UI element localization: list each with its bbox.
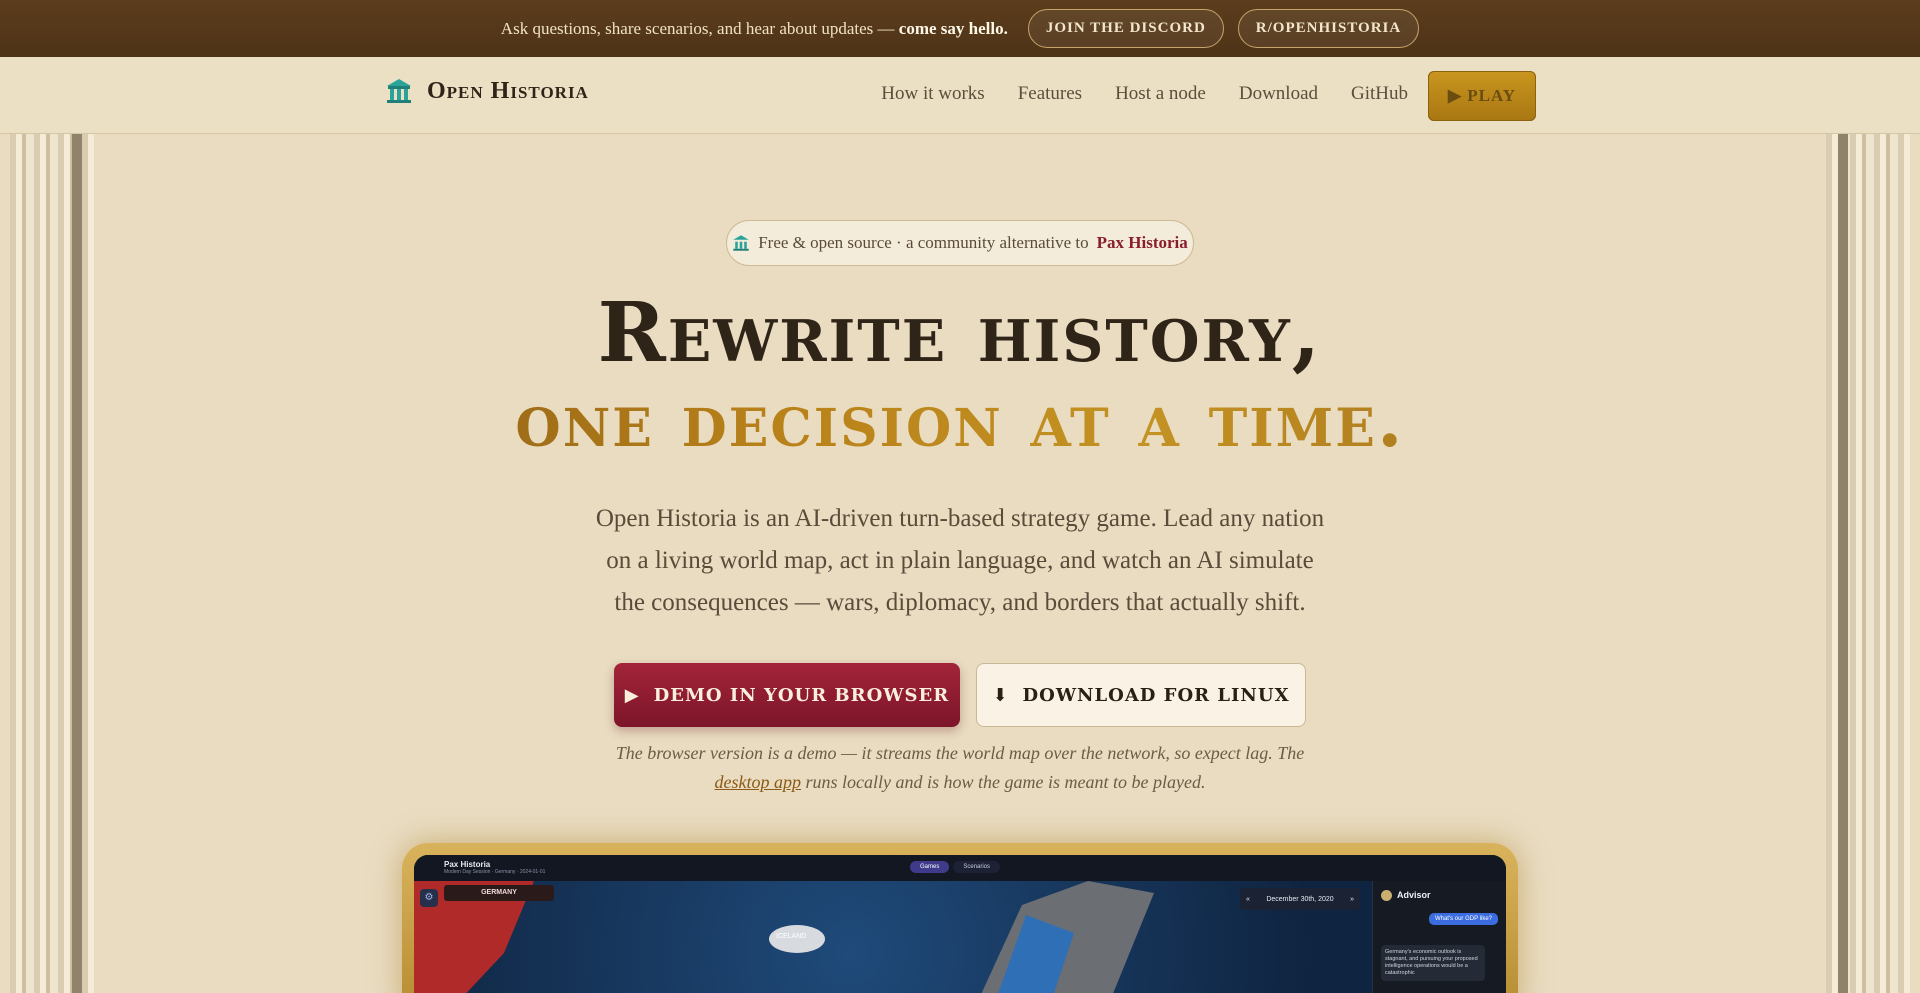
preview-tab-scenarios: Scenarios [953,861,1001,873]
preview-tab-games: Games [910,861,950,873]
preview-country-tag: GERMANY [444,885,554,901]
demo-note: The browser version is a demo — it strea… [590,739,1330,797]
preview-app-title: Pax Historia [444,860,491,869]
temple-icon [733,235,749,251]
brand-logo-link[interactable]: Open Historia [385,77,589,105]
note-text-end: runs locally and is how the game is mean… [805,772,1206,792]
main-nav: Open Historia How it works Features Host… [0,57,1920,134]
note-text-start: The browser version is a demo — it strea… [615,743,1305,763]
play-icon: ▶ [624,684,640,706]
advisor-question: What's our GDP like? [1428,913,1498,925]
preview-date-control: « December 30th, 2020 » [1240,888,1360,910]
nav-link-github[interactable]: GitHub [1351,83,1408,105]
download-linux-button[interactable]: ⬇ DOWNLOAD FOR LINUX [976,663,1306,727]
preview-tabs: Games Scenarios [910,861,1001,873]
compass-icon [1381,890,1392,901]
hero-description: Open Historia is an AI-driven turn-based… [595,505,1325,616]
nav-links: How it works Features Host a node Downlo… [881,83,1408,105]
open-source-badge: Free & open source · a community alterna… [726,220,1194,266]
pax-historia-link[interactable]: Pax Historia [1097,233,1188,253]
chevron-right-icon: » [1350,895,1354,903]
nav-link-download[interactable]: Download [1239,83,1318,105]
hero-title-line-1: Rewrite history, [597,285,1323,381]
gear-icon: ⚙ [420,889,438,907]
preview-app-subtitle: Modern Day Session · Germany · 2024-01-0… [444,869,546,875]
announcement-message: Ask questions, share scenarios, and hear… [501,19,1008,39]
demo-in-browser-button[interactable]: ▶ DEMO IN YOUR BROWSER [614,663,960,727]
announcement-emphasis: come say hello. [898,18,1008,38]
hero-title-line-2: one decision at a time. [0,378,1920,464]
map-label-iceland: ICELAND [776,933,807,940]
discord-button[interactable]: JOIN THE DISCORD [1027,9,1224,48]
chevron-left-icon: « [1246,895,1250,903]
nav-link-features[interactable]: Features [1018,83,1082,105]
preview-date: December 30th, 2020 [1266,895,1334,903]
play-button[interactable]: ▶ PLAY [1428,71,1536,121]
nav-link-how-it-works[interactable]: How it works [881,83,984,105]
brand-name: Open Historia [427,77,589,104]
advisor-title: Advisor [1397,890,1431,900]
badge-text: Free & open source · a community alterna… [758,233,1089,252]
game-preview-frame: ICELAND Pax Historia Modern Day Session … [402,843,1518,993]
reddit-button[interactable]: R/OPENHISTORIA [1237,9,1420,48]
demo-button-label: DEMO IN YOUR BROWSER [653,684,950,706]
linux-button-label: DOWNLOAD FOR LINUX [1022,684,1290,706]
nav-link-host-a-node[interactable]: Host a node [1115,83,1206,105]
announcement-text: Ask questions, share scenarios, and hear… [500,18,895,38]
announcement-bar: Ask questions, share scenarios, and hear… [0,0,1920,57]
game-preview-screen: ICELAND Pax Historia Modern Day Session … [414,855,1506,993]
download-icon: ⬇ [992,684,1009,706]
right-column-decoration [1826,134,1910,993]
advisor-answer: Germany's economic outlook is stagnant, … [1381,945,1485,981]
temple-icon [387,79,411,103]
left-column-decoration [10,134,94,993]
preview-advisor-panel: Advisor What's our GDP like? Germany's e… [1372,881,1506,993]
desktop-app-link[interactable]: desktop app [715,772,801,792]
